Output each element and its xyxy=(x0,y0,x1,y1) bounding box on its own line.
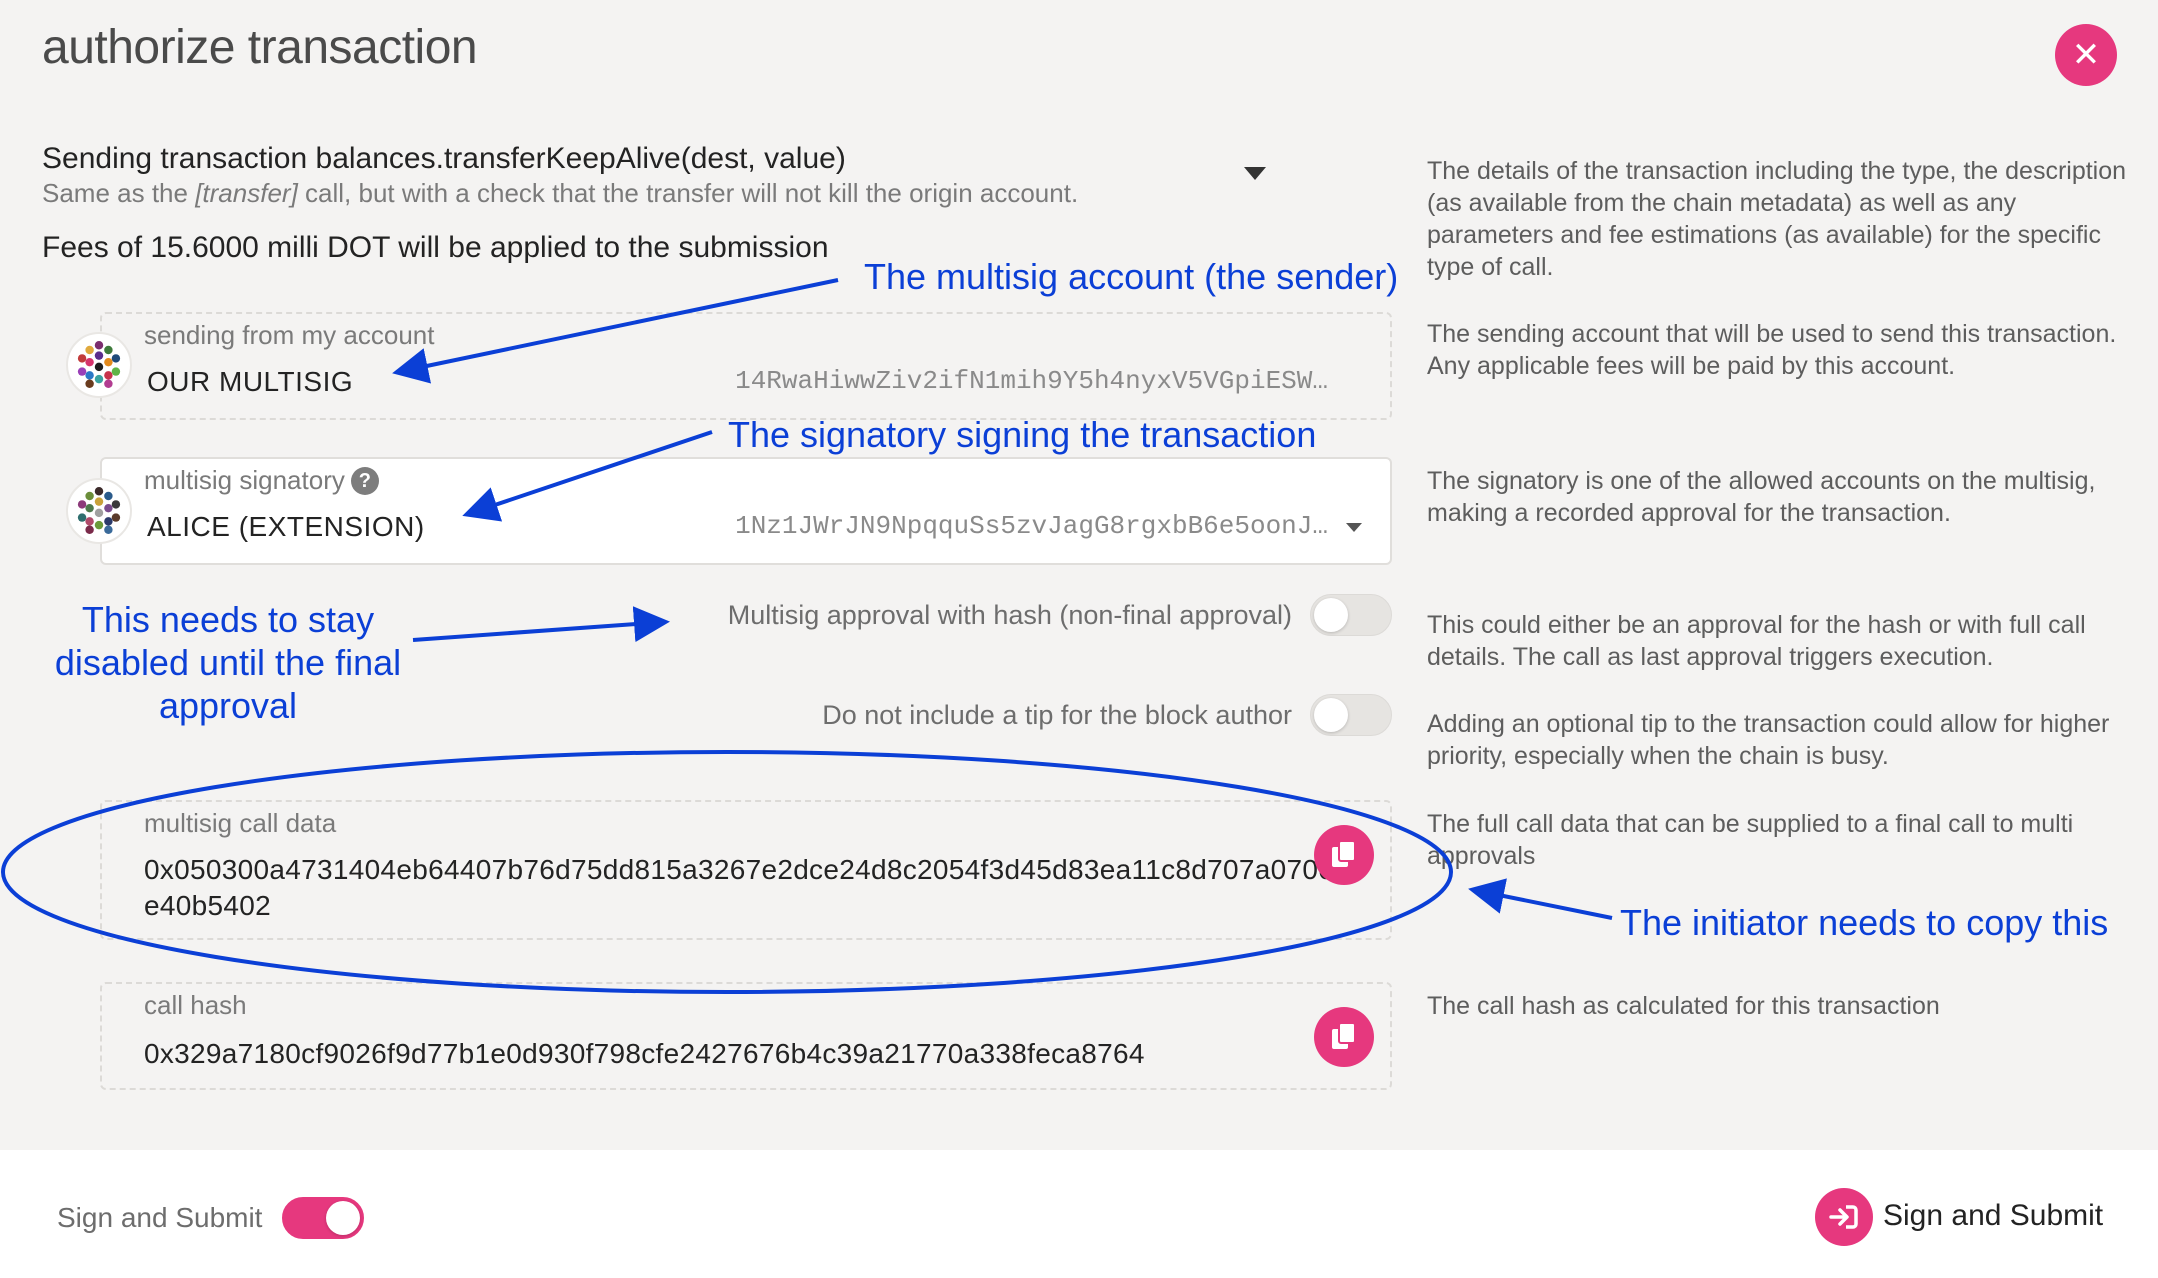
signatory-arrow xyxy=(462,430,713,522)
copy-arrow xyxy=(1468,878,1613,920)
annotation-signatory: The signatory signing the transaction xyxy=(728,414,1317,455)
call-data-highlight xyxy=(1,750,1453,994)
disabled-arrow xyxy=(412,606,670,643)
sender-arrow xyxy=(392,278,839,384)
annotation-copy: The initiator needs to copy this xyxy=(1620,902,2109,943)
annotation-sender: The multisig account (the sender) xyxy=(864,256,1399,297)
annotation-disabled: This needs to stay disabled until the fi… xyxy=(54,599,402,726)
